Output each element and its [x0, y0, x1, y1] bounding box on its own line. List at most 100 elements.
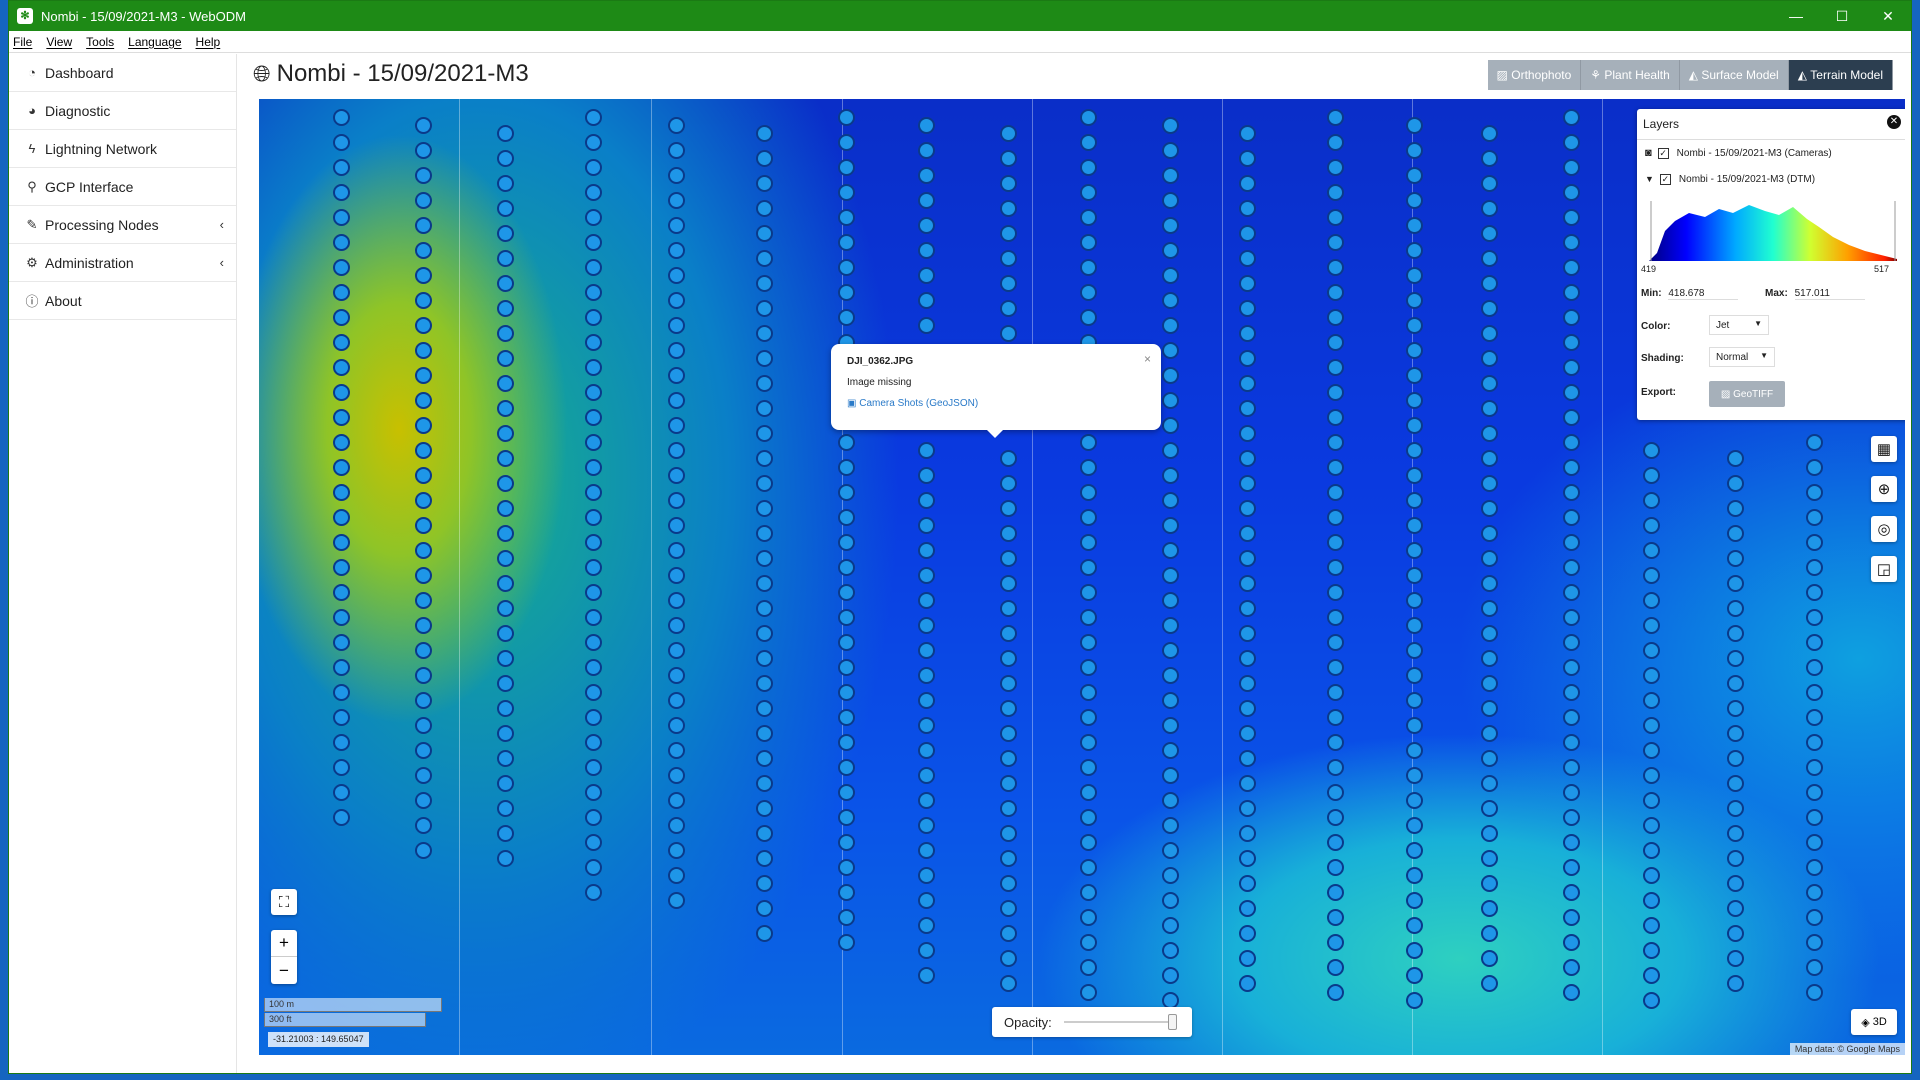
camera-shots-link[interactable]: ▣ Camera Shots (GeoJSON) — [847, 398, 1145, 409]
camera-shot-marker[interactable] — [1406, 642, 1423, 659]
camera-shot-marker[interactable] — [415, 492, 432, 509]
camera-shot-marker[interactable] — [1162, 867, 1179, 884]
camera-shot-marker[interactable] — [918, 492, 935, 509]
camera-shot-marker[interactable] — [1727, 500, 1744, 517]
camera-shot-marker[interactable] — [333, 384, 350, 401]
camera-shot-marker[interactable] — [668, 642, 685, 659]
camera-shot-marker[interactable] — [1239, 150, 1256, 167]
camera-shot-marker[interactable] — [1806, 784, 1823, 801]
camera-shot-marker[interactable] — [1000, 275, 1017, 292]
camera-shot-marker[interactable] — [1806, 884, 1823, 901]
camera-shot-marker[interactable] — [1406, 742, 1423, 759]
camera-shot-marker[interactable] — [415, 642, 432, 659]
camera-shot-marker[interactable] — [838, 209, 855, 226]
camera-shot-marker[interactable] — [1080, 934, 1097, 951]
camera-shot-marker[interactable] — [1727, 950, 1744, 967]
camera-shot-marker[interactable] — [415, 167, 432, 184]
camera-shot-marker[interactable] — [1000, 175, 1017, 192]
camera-shot-marker[interactable] — [1563, 984, 1580, 1001]
camera-shot-marker[interactable] — [756, 200, 773, 217]
camera-shot-marker[interactable] — [1643, 442, 1660, 459]
camera-shot-marker[interactable] — [1481, 875, 1498, 892]
camera-shot-marker[interactable] — [497, 325, 514, 342]
camera-shot-marker[interactable] — [1563, 484, 1580, 501]
camera-shot-marker[interactable] — [497, 475, 514, 492]
plant-health-button[interactable]: ⚘ Plant Health — [1581, 60, 1680, 90]
camera-shot-marker[interactable] — [1481, 550, 1498, 567]
camera-shot-marker[interactable] — [1327, 359, 1344, 376]
camera-shot-marker[interactable] — [1406, 692, 1423, 709]
camera-shot-marker[interactable] — [585, 709, 602, 726]
camera-shot-marker[interactable] — [1806, 934, 1823, 951]
camera-shot-marker[interactable] — [1481, 975, 1498, 992]
camera-shot-marker[interactable] — [1162, 292, 1179, 309]
camera-shot-marker[interactable] — [1481, 725, 1498, 742]
camera-shot-marker[interactable] — [1727, 825, 1744, 842]
camera-shot-marker[interactable] — [1162, 617, 1179, 634]
camera-shot-marker[interactable] — [1327, 909, 1344, 926]
camera-shot-marker[interactable] — [1162, 242, 1179, 259]
camera-shot-marker[interactable] — [1406, 892, 1423, 909]
camera-shot-marker[interactable] — [1239, 275, 1256, 292]
sidebar-item-administration[interactable]: ⚙ Administration ‹ — [9, 244, 236, 282]
camera-shot-marker[interactable] — [585, 359, 602, 376]
camera-shot-marker[interactable] — [838, 284, 855, 301]
camera-shot-marker[interactable] — [1643, 617, 1660, 634]
camera-shot-marker[interactable] — [415, 817, 432, 834]
camera-shot-marker[interactable] — [1327, 884, 1344, 901]
camera-shot-marker[interactable] — [756, 300, 773, 317]
camera-shot-marker[interactable] — [1563, 184, 1580, 201]
camera-shot-marker[interactable] — [918, 292, 935, 309]
camera-shot-marker[interactable] — [918, 767, 935, 784]
camera-shot-marker[interactable] — [668, 517, 685, 534]
camera-shot-marker[interactable] — [1239, 375, 1256, 392]
camera-shot-marker[interactable] — [1406, 592, 1423, 609]
camera-shot-marker[interactable] — [668, 567, 685, 584]
camera-shot-marker[interactable] — [756, 450, 773, 467]
camera-shot-marker[interactable] — [1406, 492, 1423, 509]
camera-shot-marker[interactable] — [756, 500, 773, 517]
camera-shot-marker[interactable] — [1481, 250, 1498, 267]
camera-shot-marker[interactable] — [497, 550, 514, 567]
sidebar-item-processing-nodes[interactable]: ✎ Processing Nodes ‹ — [9, 206, 236, 244]
camera-shot-marker[interactable] — [1563, 884, 1580, 901]
camera-shot-marker[interactable] — [668, 742, 685, 759]
camera-shot-marker[interactable] — [1727, 625, 1744, 642]
camera-shot-marker[interactable] — [838, 834, 855, 851]
camera-shot-marker[interactable] — [333, 459, 350, 476]
camera-shot-marker[interactable] — [1806, 984, 1823, 1001]
camera-shot-marker[interactable] — [1162, 792, 1179, 809]
menu-view[interactable]: View — [46, 35, 72, 49]
camera-shot-marker[interactable] — [1000, 450, 1017, 467]
camera-shot-marker[interactable] — [668, 792, 685, 809]
camera-shot-marker[interactable] — [1406, 442, 1423, 459]
camera-shot-marker[interactable] — [497, 200, 514, 217]
camera-shot-marker[interactable] — [1481, 750, 1498, 767]
camera-shot-marker[interactable] — [497, 675, 514, 692]
camera-shot-marker[interactable] — [1563, 434, 1580, 451]
camera-shot-marker[interactable] — [1080, 634, 1097, 651]
camera-shot-marker[interactable] — [1162, 167, 1179, 184]
camera-shot-marker[interactable] — [1563, 459, 1580, 476]
camera-shot-marker[interactable] — [1080, 884, 1097, 901]
camera-shot-marker[interactable] — [1000, 325, 1017, 342]
camera-shot-marker[interactable] — [1643, 667, 1660, 684]
camera-shot-marker[interactable] — [838, 859, 855, 876]
camera-shot-marker[interactable] — [756, 250, 773, 267]
camera-shot-marker[interactable] — [1239, 125, 1256, 142]
camera-shot-marker[interactable] — [333, 809, 350, 826]
camera-shot-marker[interactable] — [668, 292, 685, 309]
camera-shot-marker[interactable] — [668, 192, 685, 209]
camera-shot-marker[interactable] — [838, 809, 855, 826]
camera-shot-marker[interactable] — [756, 800, 773, 817]
camera-shot-marker[interactable] — [838, 234, 855, 251]
camera-shot-marker[interactable] — [756, 600, 773, 617]
camera-shot-marker[interactable] — [1327, 259, 1344, 276]
camera-shot-marker[interactable] — [1643, 942, 1660, 959]
camera-shot-marker[interactable] — [1000, 900, 1017, 917]
camera-shot-marker[interactable] — [1000, 850, 1017, 867]
camera-shot-marker[interactable] — [918, 167, 935, 184]
close-button[interactable]: ✕ — [1865, 1, 1911, 31]
camera-shot-marker[interactable] — [333, 109, 350, 126]
camera-shot-marker[interactable] — [756, 325, 773, 342]
